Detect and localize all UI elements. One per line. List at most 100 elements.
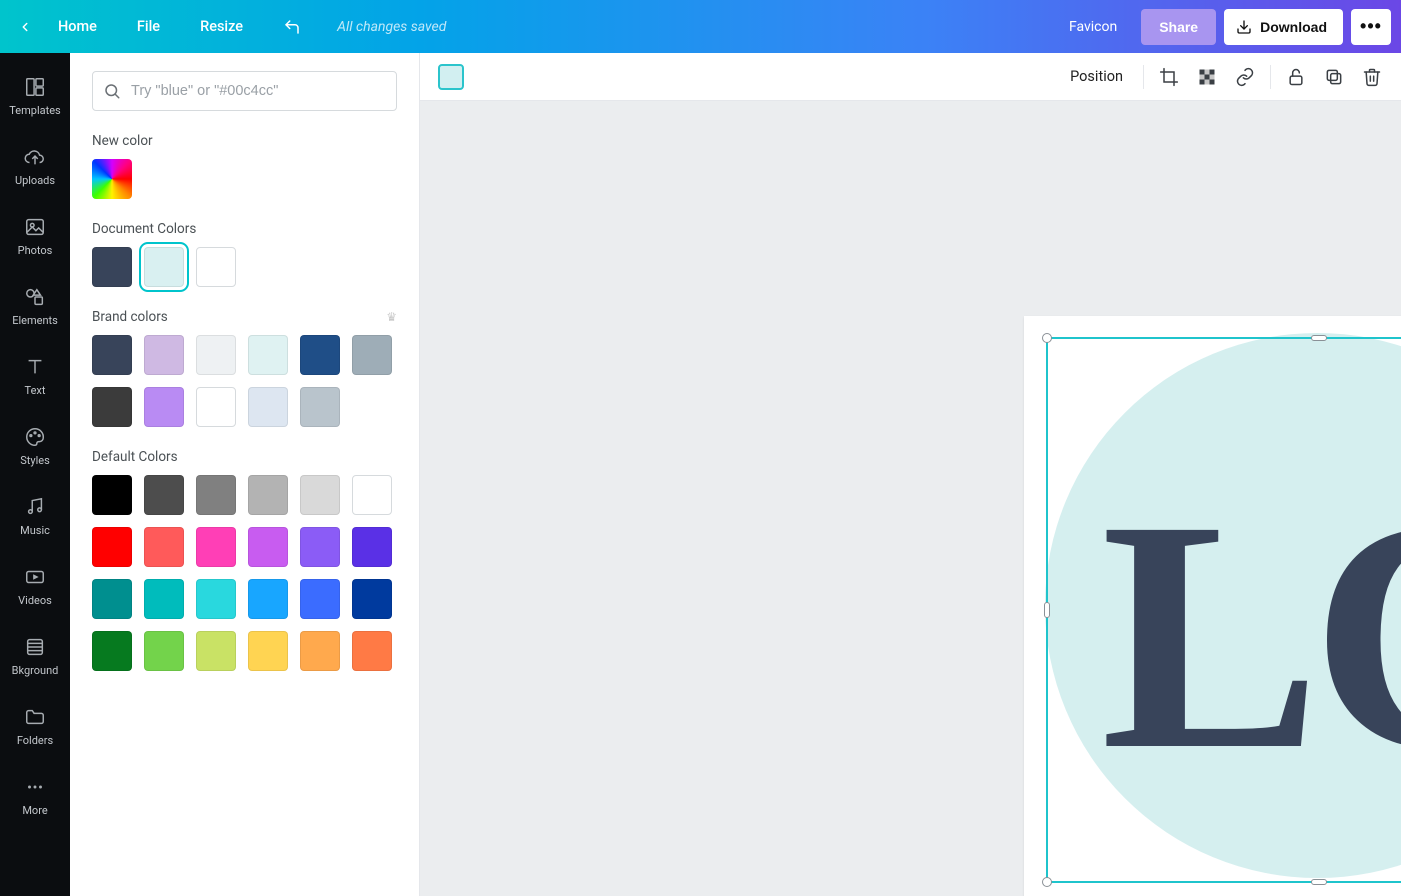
- video-icon: [24, 566, 46, 588]
- file-menu[interactable]: File: [117, 0, 180, 53]
- color-swatch[interactable]: [248, 475, 288, 515]
- rail-folders[interactable]: Folders: [0, 691, 70, 761]
- rail-background-label: Bkground: [12, 664, 59, 677]
- duplicate-button[interactable]: [1323, 66, 1345, 88]
- unlock-icon: [1286, 67, 1306, 87]
- color-swatch[interactable]: [352, 631, 392, 671]
- download-button[interactable]: Download: [1224, 9, 1343, 45]
- rail-uploads-label: Uploads: [15, 174, 55, 187]
- rail-text-label: Text: [25, 384, 46, 397]
- color-swatch[interactable]: [352, 579, 392, 619]
- color-swatch[interactable]: [300, 387, 340, 427]
- color-swatch[interactable]: [300, 475, 340, 515]
- color-swatch[interactable]: [92, 579, 132, 619]
- color-swatch[interactable]: [144, 475, 184, 515]
- back-button[interactable]: [0, 20, 38, 34]
- color-swatch[interactable]: [196, 631, 236, 671]
- rail-more[interactable]: More: [0, 761, 70, 831]
- rail-music[interactable]: Music: [0, 481, 70, 551]
- more-menu-button[interactable]: •••: [1351, 9, 1391, 45]
- search-icon: [103, 82, 121, 100]
- color-swatch[interactable]: [144, 247, 184, 287]
- canvas-stage[interactable]: LC + Add page: [420, 101, 1401, 896]
- photos-icon: [24, 216, 46, 238]
- color-swatch[interactable]: [300, 335, 340, 375]
- rail-text[interactable]: Text: [0, 341, 70, 411]
- lock-button[interactable]: [1285, 66, 1307, 88]
- rail-uploads[interactable]: Uploads: [0, 131, 70, 201]
- color-swatch[interactable]: [144, 527, 184, 567]
- color-swatch[interactable]: [248, 631, 288, 671]
- crop-button[interactable]: [1158, 66, 1180, 88]
- rail-folders-label: Folders: [17, 734, 53, 747]
- document-colors-heading: Document Colors: [92, 221, 397, 237]
- resize-menu[interactable]: Resize: [180, 0, 263, 53]
- color-search[interactable]: [92, 71, 397, 111]
- transparency-icon: [1197, 67, 1217, 87]
- color-swatch[interactable]: [144, 631, 184, 671]
- rail-templates[interactable]: Templates: [0, 61, 70, 131]
- download-label: Download: [1260, 19, 1327, 35]
- color-swatch[interactable]: [92, 335, 132, 375]
- share-button[interactable]: Share: [1141, 9, 1216, 45]
- selection-outline[interactable]: [1046, 337, 1401, 883]
- rail-photos[interactable]: Photos: [0, 201, 70, 271]
- color-swatch[interactable]: [144, 335, 184, 375]
- color-swatch[interactable]: [144, 387, 184, 427]
- color-swatch[interactable]: [196, 579, 236, 619]
- color-swatch[interactable]: [92, 387, 132, 427]
- resize-handle-bl[interactable]: [1042, 877, 1052, 887]
- resize-handle-t[interactable]: [1311, 335, 1327, 341]
- color-swatch[interactable]: [196, 475, 236, 515]
- color-swatch[interactable]: [196, 387, 236, 427]
- rail-templates-label: Templates: [9, 104, 60, 117]
- color-swatch[interactable]: [144, 579, 184, 619]
- color-swatch[interactable]: [352, 335, 392, 375]
- add-custom-color[interactable]: [92, 159, 132, 199]
- new-color-heading: New color: [92, 133, 397, 149]
- color-swatch[interactable]: [92, 247, 132, 287]
- rail-photos-label: Photos: [18, 244, 53, 257]
- color-search-input[interactable]: [131, 83, 386, 99]
- duplicate-icon: [1324, 67, 1344, 87]
- transparency-button[interactable]: [1196, 66, 1218, 88]
- color-swatch[interactable]: [248, 335, 288, 375]
- rail-more-label: More: [22, 804, 47, 817]
- color-swatch[interactable]: [300, 579, 340, 619]
- color-swatch[interactable]: [196, 247, 236, 287]
- color-swatch[interactable]: [300, 527, 340, 567]
- trash-icon: [1362, 67, 1382, 87]
- color-swatch[interactable]: [92, 631, 132, 671]
- undo-button[interactable]: [263, 18, 321, 36]
- selected-color-swatch[interactable]: [438, 64, 464, 90]
- color-swatch[interactable]: [248, 387, 288, 427]
- position-button[interactable]: Position: [1070, 68, 1129, 85]
- resize-handle-l[interactable]: [1044, 602, 1050, 618]
- color-swatch[interactable]: [300, 631, 340, 671]
- rail-videos[interactable]: Videos: [0, 551, 70, 621]
- delete-button[interactable]: [1361, 66, 1383, 88]
- rail-elements[interactable]: Elements: [0, 271, 70, 341]
- rail-styles[interactable]: Styles: [0, 411, 70, 481]
- top-nav-left: Home File Resize All changes saved: [0, 0, 446, 53]
- chevron-left-icon: [18, 20, 32, 34]
- document-name[interactable]: Favicon: [1045, 19, 1141, 35]
- color-swatch[interactable]: [196, 527, 236, 567]
- download-icon: [1236, 19, 1252, 35]
- document-color-swatches: [92, 247, 397, 287]
- resize-handle-b[interactable]: [1311, 879, 1327, 885]
- color-swatch[interactable]: [352, 527, 392, 567]
- color-swatch[interactable]: [196, 335, 236, 375]
- home-menu[interactable]: Home: [38, 0, 117, 53]
- color-swatch[interactable]: [248, 579, 288, 619]
- save-status: All changes saved: [321, 19, 446, 35]
- resize-handle-tl[interactable]: [1042, 333, 1052, 343]
- color-swatch[interactable]: [92, 527, 132, 567]
- rail-background[interactable]: Bkground: [0, 621, 70, 691]
- color-swatch[interactable]: [248, 527, 288, 567]
- color-swatch[interactable]: [92, 475, 132, 515]
- color-swatch[interactable]: [352, 475, 392, 515]
- background-icon: [24, 636, 46, 658]
- color-panel: New color Document Colors Brand colors ♛…: [70, 53, 420, 896]
- link-button[interactable]: [1234, 66, 1256, 88]
